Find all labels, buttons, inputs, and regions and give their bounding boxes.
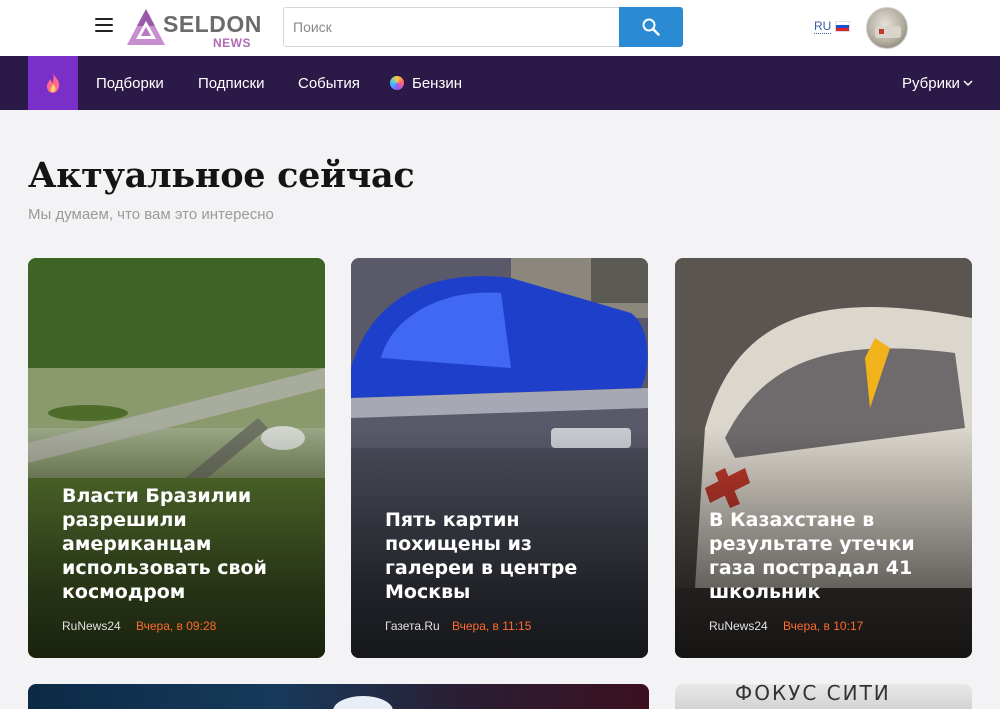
rubrics-label: Рубрики: [902, 75, 960, 92]
logo-title: SELDON: [163, 11, 262, 37]
card-title[interactable]: Пять картин похищены из галереи в центре…: [385, 508, 622, 604]
search-icon: [642, 18, 660, 36]
news-card-partial[interactable]: ФОКУС СИТИ: [675, 684, 972, 709]
russia-flag-icon[interactable]: [835, 21, 850, 32]
search-bar: [283, 7, 683, 47]
search-button[interactable]: [619, 7, 683, 47]
top-bar: SELDON NEWS RU: [0, 0, 1000, 56]
avatar[interactable]: [866, 7, 908, 49]
card-time: Вчера, в 11:15: [452, 619, 532, 633]
search-input[interactable]: [283, 7, 620, 47]
news-card[interactable]: В Казахстане в результате утечки газа по…: [675, 258, 972, 658]
card-source: RuNews24: [709, 619, 768, 633]
card-time: Вчера, в 09:28: [136, 619, 217, 633]
nav-hot-button[interactable]: [28, 56, 78, 110]
page-title: Актуальное сейчас: [28, 155, 415, 196]
card-source: Газета.Ru: [385, 619, 440, 633]
language-switch[interactable]: RU: [814, 19, 832, 34]
nav-item-fuel[interactable]: Бензин: [412, 75, 462, 93]
rubrics-dropdown[interactable]: Рубрики: [902, 75, 973, 92]
fuel-icon: [390, 76, 404, 90]
card-time: Вчера, в 10:17: [783, 619, 864, 633]
news-card[interactable]: Власти Бразилии разрешили американцам ис…: [28, 258, 325, 658]
logo-mark-icon: [127, 9, 165, 45]
nav-item-subscriptions[interactable]: Подписки: [198, 75, 265, 93]
card-title[interactable]: В Казахстане в результате утечки газа по…: [709, 508, 946, 604]
page-subtitle: Мы думаем, что вам это интересно: [28, 206, 274, 223]
nav-item-events[interactable]: События: [298, 75, 360, 93]
news-card[interactable]: Пять картин похищены из галереи в центре…: [351, 258, 648, 658]
card-partial-text: ФОКУС СИТИ: [735, 684, 891, 705]
logo-subtitle: NEWS: [213, 36, 251, 50]
card-title[interactable]: Власти Бразилии разрешили американцам ис…: [62, 484, 299, 604]
news-card-partial[interactable]: [28, 684, 649, 709]
menu-icon[interactable]: [95, 18, 113, 34]
fire-icon: [47, 73, 60, 93]
main-nav: Подборки Подписки События Бензин Рубрики: [0, 56, 1000, 110]
nav-item-collections[interactable]: Подборки: [96, 75, 164, 93]
chevron-down-icon: [963, 80, 973, 87]
logo[interactable]: SELDON NEWS: [125, 7, 261, 50]
card-source: RuNews24: [62, 619, 121, 633]
